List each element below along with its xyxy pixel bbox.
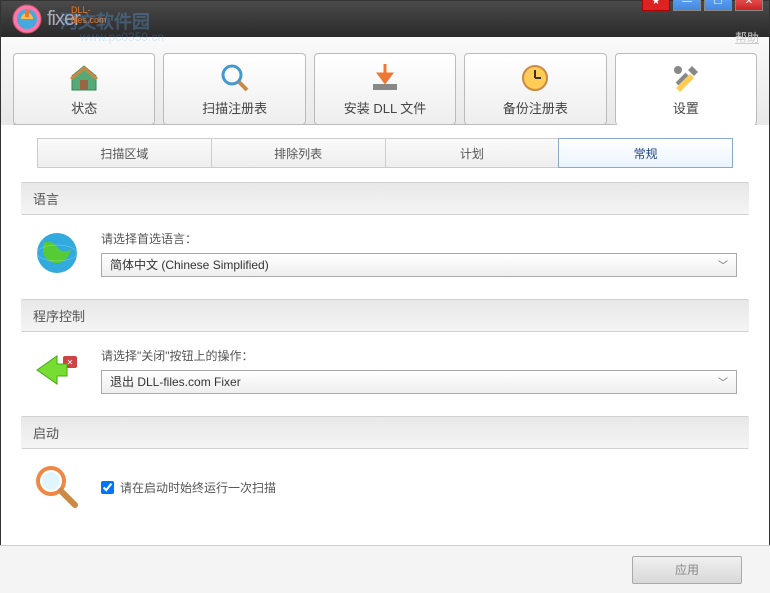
magnifier-orange-icon xyxy=(33,463,81,511)
titlebar: fixer DLL-files.com ★ — ☐ ✕ 帮助 xyxy=(1,1,769,37)
tab-label: 安装 DLL 文件 xyxy=(344,98,427,117)
logo-badge: DLL-files.com xyxy=(71,5,107,25)
chevron-down-icon: ﹀ xyxy=(718,374,728,389)
language-label: 请选择首选语言： xyxy=(101,230,737,247)
close-action-label: 请选择"关闭"按钮上的操作： xyxy=(101,347,737,364)
chevron-down-icon: ﹀ xyxy=(718,257,728,272)
apply-button[interactable]: 应用 xyxy=(632,556,742,584)
close-action-select[interactable]: 退出 DLL-files.com Fixer ﹀ xyxy=(101,370,737,394)
arrow-exit-icon: ✕ xyxy=(33,346,81,394)
subtab-general[interactable]: 常规 xyxy=(558,138,733,168)
footer: 应用 xyxy=(0,545,770,593)
maximize-button[interactable]: ☐ xyxy=(704,0,732,11)
globe-icon xyxy=(33,229,81,277)
tab-scan-registry[interactable]: 扫描注册表 xyxy=(163,53,305,125)
startup-scan-checkbox-row[interactable]: 请在启动时始终运行一次扫描 xyxy=(101,479,737,496)
tab-label: 设置 xyxy=(673,98,699,117)
main-tabs: 状态 扫描注册表 安装 DLL 文件 备份注册表 设置 xyxy=(1,37,769,125)
flag-button[interactable]: ★ xyxy=(642,0,670,11)
content-area: 语言 请选择首选语言： 简体中文 (Chinese Simplified) ﹀ … xyxy=(1,168,769,547)
language-value: 简体中文 (Chinese Simplified) xyxy=(110,256,269,273)
subtab-exclude-list[interactable]: 排除列表 xyxy=(211,138,386,168)
subtab-schedule[interactable]: 计划 xyxy=(385,138,560,168)
minimize-button[interactable]: — xyxy=(673,0,701,11)
section-header-language: 语言 xyxy=(21,182,749,215)
section-header-startup: 启动 xyxy=(21,416,749,449)
tools-icon xyxy=(670,62,702,94)
subtab-scan-area[interactable]: 扫描区域 xyxy=(37,138,212,168)
tab-label: 备份注册表 xyxy=(503,98,568,117)
tab-status[interactable]: 状态 xyxy=(13,53,155,125)
tab-settings[interactable]: 设置 xyxy=(615,53,757,125)
help-link[interactable]: 帮助 xyxy=(735,29,759,46)
sub-tabs: 扫描区域 排除列表 计划 常规 xyxy=(1,126,769,168)
download-icon xyxy=(369,62,401,94)
language-select[interactable]: 简体中文 (Chinese Simplified) ﹀ xyxy=(101,253,737,277)
close-button[interactable]: ✕ xyxy=(735,0,763,11)
close-action-value: 退出 DLL-files.com Fixer xyxy=(110,373,241,390)
tab-label: 状态 xyxy=(71,98,97,117)
app-logo: fixer DLL-files.com xyxy=(11,3,80,35)
clock-icon xyxy=(519,62,551,94)
tab-backup-registry[interactable]: 备份注册表 xyxy=(464,53,606,125)
tab-install-dll[interactable]: 安装 DLL 文件 xyxy=(314,53,456,125)
startup-scan-label: 请在启动时始终运行一次扫描 xyxy=(120,479,276,496)
magnifier-icon xyxy=(219,62,251,94)
tab-label: 扫描注册表 xyxy=(202,98,267,117)
svg-text:✕: ✕ xyxy=(67,358,74,367)
logo-icon xyxy=(11,3,43,35)
section-header-program-control: 程序控制 xyxy=(21,299,749,332)
startup-scan-checkbox[interactable] xyxy=(101,481,114,494)
home-icon xyxy=(68,62,100,94)
